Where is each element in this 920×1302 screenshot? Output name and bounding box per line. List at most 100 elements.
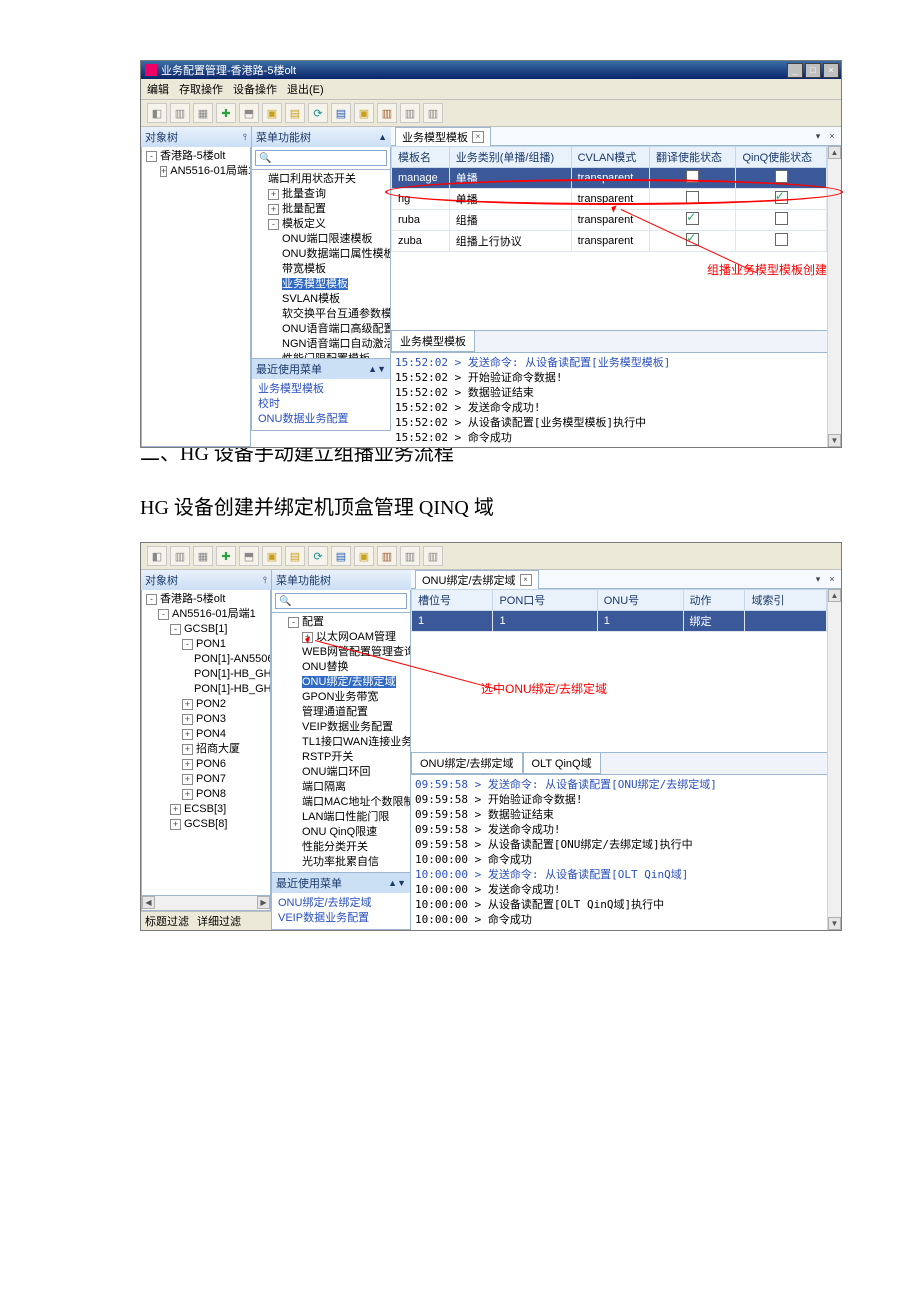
- expand-icon[interactable]: +: [182, 789, 193, 800]
- func-item[interactable]: +以太网OAM管理: [274, 630, 410, 645]
- tree-node[interactable]: +PON6: [144, 757, 268, 772]
- tree-node[interactable]: +ECSB[3]: [144, 802, 268, 817]
- func-item[interactable]: WEB网管配置管理查询: [274, 645, 410, 660]
- expand-icon[interactable]: +: [170, 819, 181, 830]
- close-button[interactable]: ×: [823, 63, 839, 78]
- scrollbar[interactable]: ▲ ▼: [827, 589, 841, 930]
- search-icon[interactable]: 🔍: [256, 153, 274, 164]
- expand-icon[interactable]: +: [160, 166, 167, 177]
- func-item[interactable]: +批量配置: [254, 202, 390, 217]
- tree-node[interactable]: -GCSB[1]: [144, 622, 268, 637]
- func-item-selected[interactable]: 业务模型模板: [254, 277, 390, 292]
- pin-icon[interactable]: ⫯: [263, 575, 267, 586]
- checkbox[interactable]: [686, 170, 699, 183]
- toolbar-btn[interactable]: ▥: [400, 546, 420, 566]
- func-item[interactable]: 性能门限配置模板: [254, 352, 390, 359]
- checkbox[interactable]: [775, 170, 788, 183]
- scroll-up-icon[interactable]: ▲: [378, 132, 387, 142]
- checkbox[interactable]: [775, 212, 788, 225]
- status-item[interactable]: 标题过滤: [145, 913, 189, 929]
- checkbox[interactable]: [686, 191, 699, 204]
- table-row[interactable]: zuba 组播上行协议 transparent: [392, 231, 827, 252]
- paste-icon[interactable]: ▤: [285, 103, 305, 123]
- func-item[interactable]: 软交换平台互通参数模: [254, 307, 390, 322]
- recent-item[interactable]: 业务模型模板: [258, 382, 384, 397]
- tree-node[interactable]: +招商大厦: [144, 742, 268, 757]
- func-item[interactable]: TL1接口WAN连接业务: [274, 735, 410, 750]
- func-item[interactable]: 端口利用状态开关: [254, 172, 390, 187]
- expand-icon[interactable]: +: [182, 759, 193, 770]
- func-item[interactable]: 光功率批累自信: [274, 855, 410, 870]
- func-item[interactable]: 端口MAC地址个数限制: [274, 795, 410, 810]
- toolbar-btn[interactable]: ▥: [423, 546, 443, 566]
- plus-icon[interactable]: ✚: [216, 546, 236, 566]
- col-header[interactable]: 翻译使能状态: [650, 147, 736, 168]
- func-item[interactable]: GPON业务带宽: [274, 690, 410, 705]
- checkbox-checked[interactable]: [686, 233, 699, 246]
- save-icon[interactable]: ▣: [354, 546, 374, 566]
- menu-exit[interactable]: 退出(E): [287, 81, 324, 97]
- scrollbar[interactable]: ▲ ▼: [827, 146, 841, 447]
- func-item[interactable]: ONU端口限速模板: [254, 232, 390, 247]
- close-icon[interactable]: ×: [472, 131, 484, 143]
- func-item[interactable]: 管理通道配置: [274, 705, 410, 720]
- tree-root[interactable]: - 香港路-5楼olt: [144, 149, 248, 164]
- bottom-tab[interactable]: 业务模型模板: [391, 331, 475, 352]
- menu-edit[interactable]: 编辑: [147, 81, 169, 97]
- tree-node[interactable]: PON[1]-AN5506-0: [144, 652, 268, 667]
- checkbox-checked[interactable]: [686, 212, 699, 225]
- tree-node[interactable]: PON[1]-HB_GH_ONU: [144, 682, 268, 697]
- toolbar-btn[interactable]: ◧: [147, 103, 167, 123]
- collapse-icon[interactable]: -: [170, 624, 181, 635]
- tree-node[interactable]: -AN5516-01局端1: [144, 607, 268, 622]
- tree-node[interactable]: +PON4: [144, 727, 268, 742]
- close-all-icon[interactable]: ×: [826, 573, 838, 585]
- config-icon[interactable]: ▥: [377, 546, 397, 566]
- scroll-up-icon[interactable]: ▲: [828, 589, 841, 602]
- toolbar-btn[interactable]: ▦: [193, 546, 213, 566]
- expand-icon[interactable]: +: [182, 744, 193, 755]
- tree-node[interactable]: +PON8: [144, 787, 268, 802]
- col-header[interactable]: CVLAN模式: [571, 147, 649, 168]
- menu-device[interactable]: 设备操作: [233, 81, 277, 97]
- func-item[interactable]: 带宽模板: [254, 262, 390, 277]
- close-icon[interactable]: ×: [520, 574, 532, 586]
- checkbox[interactable]: [775, 233, 788, 246]
- expand-icon[interactable]: +: [182, 729, 193, 740]
- bottom-tab[interactable]: OLT QinQ域: [523, 753, 601, 774]
- expand-icon[interactable]: +: [302, 632, 313, 643]
- tree-node[interactable]: -香港路-5楼olt: [144, 592, 268, 607]
- collapse-icon[interactable]: -: [146, 594, 157, 605]
- func-item[interactable]: SVLAN模板: [254, 292, 390, 307]
- paste-icon[interactable]: ▤: [285, 546, 305, 566]
- col-header[interactable]: PON口号: [493, 590, 597, 611]
- status-item[interactable]: 详细过滤: [197, 913, 241, 929]
- func-item[interactable]: VEIP数据业务配置: [274, 720, 410, 735]
- scroll-up-icon[interactable]: ▲: [828, 146, 841, 159]
- func-item[interactable]: ONU QinQ限速: [274, 825, 410, 840]
- col-header[interactable]: 槽位号: [412, 590, 493, 611]
- func-item[interactable]: -模板定义: [254, 217, 390, 232]
- collapse-icon[interactable]: -: [182, 639, 193, 650]
- func-root[interactable]: -配置: [274, 615, 410, 630]
- recent-item[interactable]: ONU数据业务配置: [258, 412, 384, 427]
- func-item[interactable]: 端口隔离: [274, 780, 410, 795]
- toolbar-btn[interactable]: ▥: [423, 103, 443, 123]
- scroll-down-icon[interactable]: ▼: [828, 917, 841, 930]
- tab-active[interactable]: 业务模型模板 ×: [395, 127, 491, 146]
- dropdown-icon[interactable]: ▾: [812, 130, 824, 142]
- expand-icon[interactable]: +: [182, 714, 193, 725]
- collapse-icon[interactable]: -: [158, 609, 169, 620]
- copy-icon[interactable]: ▣: [262, 546, 282, 566]
- col-header[interactable]: 模板名: [392, 147, 450, 168]
- config-icon[interactable]: ▥: [377, 103, 397, 123]
- open-icon[interactable]: ▤: [331, 103, 351, 123]
- table-row[interactable]: 1 1 1 绑定: [412, 611, 827, 632]
- expand-icon[interactable]: +: [170, 804, 181, 815]
- col-header[interactable]: 动作: [683, 590, 745, 611]
- col-header[interactable]: ONU号: [597, 590, 683, 611]
- toolbar-btn[interactable]: ▥: [170, 103, 190, 123]
- menu-access[interactable]: 存取操作: [179, 81, 223, 97]
- tree-node[interactable]: PON[1]-HB_GH_ONU: [144, 667, 268, 682]
- scroll-down-icon[interactable]: ▼: [828, 434, 841, 447]
